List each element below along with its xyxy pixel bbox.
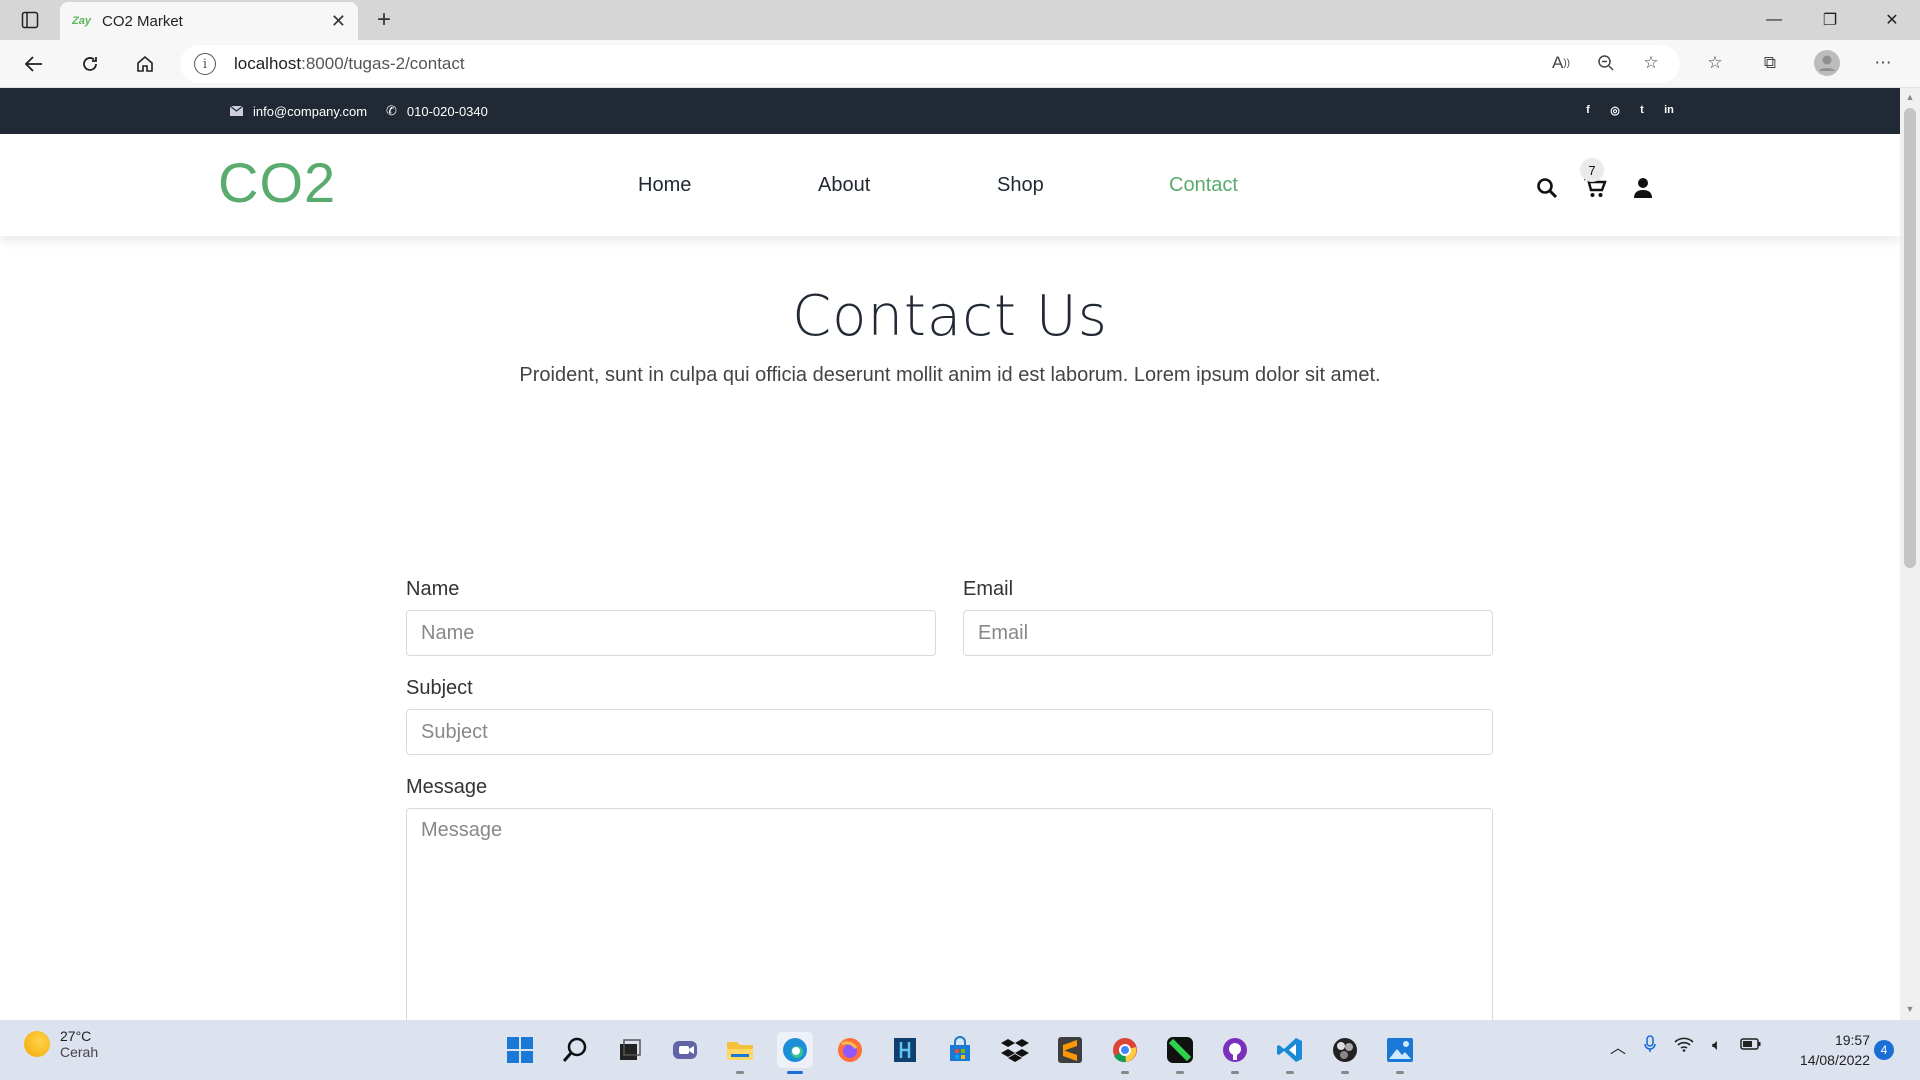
app-running-indicator [1121,1071,1129,1074]
top-email[interactable]: info@company.com [230,88,367,134]
twitter-icon[interactable]: t [1634,102,1650,118]
address-bar-row: i localhost:8000/tugas-2/contact A)) ☆ ☆… [0,40,1920,88]
start-icon[interactable] [502,1032,538,1068]
profile-avatar[interactable] [1812,48,1842,78]
app-running-indicator [1341,1071,1349,1074]
cart-count-badge: 7 [1580,158,1604,182]
collections-icon[interactable]: ⧉ [1755,48,1785,78]
zoom-out-icon[interactable] [1591,48,1621,78]
restore-icon[interactable]: ❐ [1802,0,1858,40]
top-email-text: info@company.com [253,103,368,119]
microsoft-store-icon[interactable] [942,1032,978,1068]
phone-icon: ✆ [386,103,397,118]
windows-taskbar: 27°C Cerah ︿ 🔈︎ 19:57 14/08/2022 4 [0,1020,1920,1080]
back-icon[interactable] [18,48,50,80]
nav-about[interactable]: About [818,174,870,197]
edge-icon[interactable] [777,1032,813,1074]
app-running-indicator [1396,1071,1404,1074]
email-field[interactable]: Email [963,610,1493,656]
system-tray: ︿ 🔈︎ [1610,1034,1762,1058]
scroll-thumb[interactable] [1904,108,1916,568]
weather-condition: Cerah [60,1044,99,1060]
add-favorite-icon[interactable]: ☆ [1636,48,1666,78]
search-taskbar-icon[interactable] [557,1032,593,1068]
site-info-icon[interactable]: i [194,53,216,75]
app-running-indicator [1176,1071,1184,1074]
page-viewport: info@company.com ✆ 010-020-0340 f ◎ t in… [0,88,1900,1020]
nav-contact[interactable]: Contact [1169,174,1238,197]
browser-tab-bar: Zay CO2 Market ✕ + — ❐ ✕ [0,0,1920,40]
wifi-icon[interactable] [1674,1036,1694,1057]
read-aloud-icon[interactable]: A)) [1546,48,1576,78]
tab-actions-icon[interactable] [12,9,48,31]
tab-title: CO2 Market [102,12,183,30]
email-label: Email [963,578,1014,600]
teams-chat-icon[interactable] [667,1032,703,1068]
clock-date: 14/08/2022 [1799,1052,1870,1068]
vscode-icon[interactable] [1272,1032,1308,1074]
top-phone[interactable]: ✆ 010-020-0340 [386,88,488,134]
weather-icon [24,1031,50,1057]
dropbox-icon[interactable] [997,1032,1033,1068]
nav-home[interactable]: Home [638,174,691,197]
subject-field[interactable]: Subject [406,709,1493,755]
user-icon[interactable] [1629,174,1657,202]
page-title: Contact Us [792,284,1108,349]
facebook-icon[interactable]: f [1580,102,1596,118]
system-clock[interactable]: 19:57 14/08/2022 [1780,1030,1870,1070]
nav-shop[interactable]: Shop [997,174,1044,197]
url-field[interactable]: i localhost:8000/tugas-2/contact [180,45,1680,83]
battery-icon[interactable] [1739,1037,1762,1056]
top-info-bar: info@company.com ✆ 010-020-0340 f ◎ t in [0,88,1900,134]
instagram-icon[interactable]: ◎ [1607,102,1623,118]
app-active-indicator [787,1071,803,1074]
top-phone-text: 010-020-0340 [406,103,488,119]
tab-close-icon[interactable]: ✕ [331,11,346,32]
close-window-icon[interactable]: ✕ [1864,0,1920,40]
obs-studio-icon[interactable] [1327,1032,1363,1074]
notification-badge[interactable]: 4 [1874,1040,1894,1060]
virtualbox-icon[interactable] [887,1032,923,1068]
message-textarea[interactable]: Message [406,808,1493,1020]
microphone-icon[interactable] [1644,1034,1656,1058]
scroll-down-icon[interactable]: ▼ [1904,1004,1916,1016]
reload-icon[interactable] [74,48,106,80]
github-desktop-icon[interactable] [1217,1032,1253,1074]
volume-icon[interactable]: 🔈︎ [1712,1037,1722,1055]
sublime-text-icon[interactable] [1052,1032,1088,1068]
brand-logo[interactable]: CO2 [218,150,336,215]
page-subtitle: Proident, sunt in culpa qui officia dese… [519,364,1381,386]
subject-label: Subject [406,677,473,699]
task-view-icon[interactable] [612,1032,648,1068]
photos-icon[interactable] [1382,1032,1418,1074]
line-app-icon[interactable] [1162,1032,1198,1074]
search-icon[interactable] [1533,174,1561,202]
name-label: Name [406,578,460,600]
app-running-indicator [1286,1071,1294,1074]
url-text: localhost:8000/tugas-2/contact [234,54,465,73]
page-scrollbar[interactable]: ▲ ▼ [1900,88,1920,1020]
firefox-icon[interactable] [832,1032,868,1068]
minimize-icon[interactable]: — [1746,0,1802,40]
clock-time: 19:57 [1834,1032,1870,1048]
app-running-indicator [736,1071,744,1074]
app-running-indicator [1231,1071,1239,1074]
file-explorer-icon[interactable] [722,1032,758,1074]
weather-temperature: 27°C [60,1028,92,1044]
more-menu-icon[interactable]: ⋯ [1868,48,1898,78]
chevron-up-icon[interactable]: ︿ [1610,1034,1626,1058]
main-navbar: CO2 Home About Shop Contact 7 [0,134,1900,236]
envelope-icon [230,106,243,116]
linkedin-icon[interactable]: in [1661,102,1677,118]
new-tab-button[interactable]: + [370,6,398,34]
tab-favicon: Zay [72,15,91,27]
message-label: Message [406,776,488,798]
chrome-icon[interactable] [1107,1032,1143,1074]
home-icon[interactable] [129,48,161,80]
name-field[interactable]: Name [406,610,936,656]
favorites-icon[interactable]: ☆ [1700,48,1730,78]
browser-tab[interactable]: Zay CO2 Market ✕ [60,2,358,40]
scroll-up-icon[interactable]: ▲ [1904,92,1916,104]
weather-widget[interactable]: 27°C Cerah [24,1028,98,1060]
